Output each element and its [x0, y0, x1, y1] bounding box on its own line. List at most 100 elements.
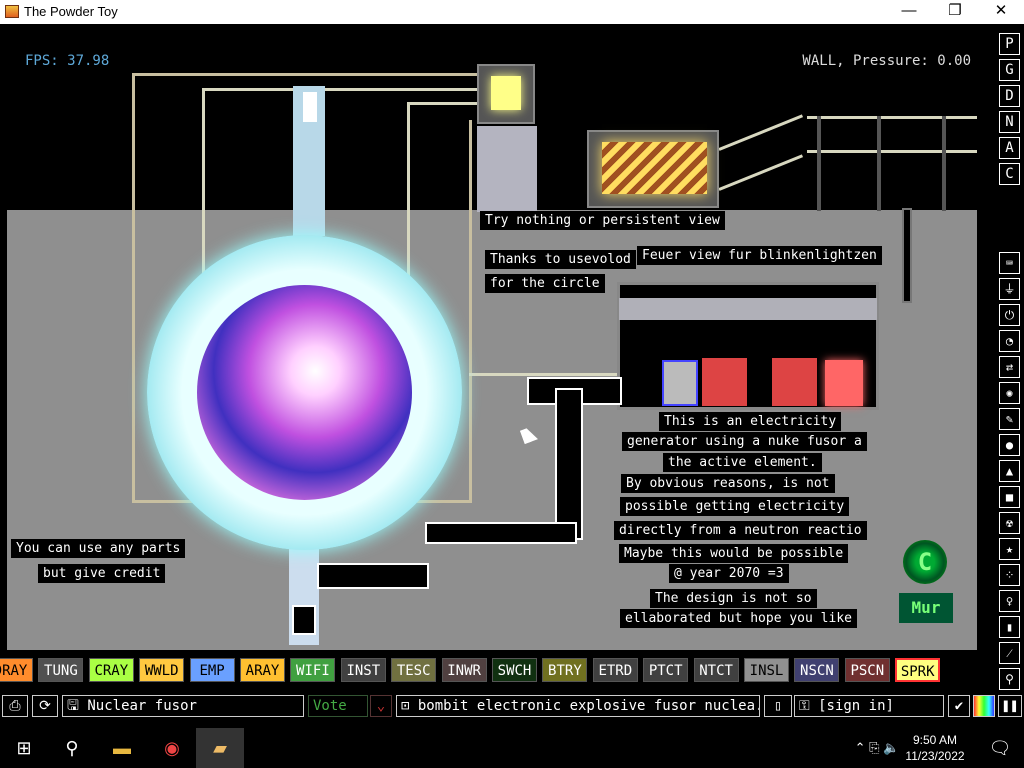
- vote-up-button[interactable]: Vote: [308, 695, 368, 717]
- bulb-icon[interactable]: ♀: [999, 590, 1020, 612]
- sign-label[interactable]: Thanks to usevolod: [485, 250, 636, 269]
- element-ntct[interactable]: NTCT: [693, 658, 739, 682]
- sign-label[interactable]: possible getting electricity: [620, 497, 850, 516]
- minimize-button[interactable]: —: [886, 0, 932, 24]
- bottom-bar: ⎙ ⟳ 🖫 Nuclear fusor Vote ⌄ ⊡ bombit elec…: [0, 695, 1024, 719]
- arrows-icon[interactable]: ⇄: [999, 356, 1020, 378]
- powder-toy-taskbar-icon[interactable]: ▰: [196, 728, 244, 768]
- red-machine: [772, 358, 817, 406]
- windows-start-icon[interactable]: ⊞: [0, 728, 48, 768]
- element-tung[interactable]: TUNG: [38, 658, 84, 682]
- keyboard-icon[interactable]: ⌨: [999, 252, 1020, 274]
- wire: [469, 373, 619, 376]
- restore-button[interactable]: ❐: [932, 0, 978, 24]
- element-etrd[interactable]: ETRD: [592, 658, 638, 682]
- power-icon[interactable]: ⏻: [999, 304, 1020, 326]
- c-logo: C: [903, 540, 947, 584]
- star-icon[interactable]: ★: [999, 538, 1020, 560]
- render-p-button[interactable]: P: [999, 33, 1020, 55]
- fps-counter: FPS: 37.98: [25, 53, 110, 69]
- key-icon: ⚿: [799, 698, 819, 714]
- element-cray[interactable]: CRAY: [88, 658, 134, 682]
- sign-label[interactable]: Maybe this would be possible: [619, 544, 849, 563]
- settings-icon[interactable]: ✔: [948, 695, 970, 717]
- sign-label[interactable]: By obvious reasons, is not: [621, 474, 835, 493]
- chrome-icon[interactable]: ◉: [148, 728, 196, 768]
- element-wwld[interactable]: WWLD: [139, 658, 185, 682]
- reload-icon[interactable]: ⟳: [32, 695, 58, 717]
- simulation-canvas[interactable]: FPS: 37.98 WALL, Pressure: 0.00 Try noth…: [7, 30, 977, 650]
- sign-label[interactable]: but give credit: [38, 564, 166, 583]
- element-aray[interactable]: ARAY: [240, 658, 285, 682]
- render-c-button[interactable]: C: [999, 163, 1020, 185]
- gauge-icon[interactable]: ◔: [999, 330, 1020, 352]
- element-insl[interactable]: INSL: [744, 658, 789, 682]
- flame-icon[interactable]: ▲: [999, 460, 1020, 482]
- sign-label[interactable]: The design is not so: [650, 589, 817, 608]
- element-wifi[interactable]: WIFI: [290, 658, 336, 682]
- drop-icon[interactable]: ●: [999, 434, 1020, 456]
- element-sprk[interactable]: SPRK: [895, 658, 941, 682]
- render-g-button[interactable]: G: [999, 59, 1020, 81]
- spray-icon[interactable]: ✺: [999, 382, 1020, 404]
- wire: [417, 500, 472, 503]
- element-dray[interactable]: DRAY: [0, 658, 33, 682]
- pole: [877, 116, 881, 211]
- wire: [132, 73, 135, 503]
- element-swch[interactable]: SWCH: [492, 658, 537, 682]
- render-a-button[interactable]: A: [999, 137, 1020, 159]
- sign-label[interactable]: for the circle: [485, 274, 605, 293]
- dots-icon[interactable]: ⁘: [999, 564, 1020, 586]
- pressure-readout: WALL, Pressure: 0.00: [802, 53, 971, 69]
- square-icon[interactable]: ■: [999, 486, 1020, 508]
- file-explorer-icon[interactable]: ▬: [98, 728, 146, 768]
- sign-label[interactable]: Feuer view fur blinkenlightzen: [637, 246, 882, 265]
- sign-in-button[interactable]: ⚿ [sign in]: [794, 695, 944, 717]
- pole: [942, 116, 946, 211]
- sign-label[interactable]: directly from a neutron reactio: [614, 521, 867, 540]
- notification-icon[interactable]: 🗨: [976, 728, 1024, 768]
- sign-label[interactable]: the active element.: [663, 453, 822, 472]
- close-button[interactable]: ✕: [978, 0, 1024, 24]
- sign-label[interactable]: Try nothing or persistent view: [480, 211, 725, 230]
- element-btry[interactable]: BTRY: [542, 658, 588, 682]
- open-icon[interactable]: ⎙: [2, 695, 28, 717]
- sign-in-label: [sign in]: [818, 698, 894, 714]
- category-toolbar: ⌨ ⏚ ⏻ ◔ ⇄ ✺ ✎ ● ▲ ■ ☢ ★ ⁘ ♀ ▮ ⁄ ⚲: [999, 252, 1021, 694]
- element-nscn[interactable]: NSCN: [794, 658, 840, 682]
- converter-light: [491, 76, 521, 110]
- sign-label[interactable]: ellaborated but hope you like: [620, 609, 857, 628]
- windows-taskbar: ⊞ ⚲ ▬ ◉ ▰ ⌃ ⎘ 🔈 9:50 AM 11/23/2022 🗨: [0, 728, 1024, 768]
- title-bar: The Powder Toy — ❐ ✕: [0, 0, 1024, 24]
- element-emp[interactable]: EMP: [189, 658, 235, 682]
- search-taskbar-icon[interactable]: ⚲: [48, 728, 96, 768]
- fusion-core: [197, 285, 412, 500]
- pause-icon[interactable]: ❚❚: [998, 695, 1022, 717]
- conveyor: [555, 388, 583, 540]
- save-name-field[interactable]: 🖫 Nuclear fusor: [62, 695, 304, 717]
- element-inwr[interactable]: INWR: [441, 658, 487, 682]
- color-picker-icon[interactable]: [973, 695, 995, 717]
- plug-icon[interactable]: ⏚: [999, 278, 1020, 300]
- element-tesc[interactable]: TESC: [391, 658, 437, 682]
- sign-label[interactable]: You can use any parts: [11, 539, 186, 558]
- clock[interactable]: 9:50 AM 11/23/2022: [900, 732, 970, 764]
- tags-field[interactable]: ⊡ bombit electronic explosive fusor nucl…: [396, 695, 760, 717]
- element-inst[interactable]: INST: [340, 658, 386, 682]
- sign-label[interactable]: @ year 2070 =3: [669, 564, 789, 583]
- element-bar: DRAYTUNGCRAYWWLDEMPARAYWIFIINSTTESCINWRS…: [0, 658, 1024, 684]
- conveyor: [317, 563, 429, 589]
- render-n-button[interactable]: N: [999, 111, 1020, 133]
- render-d-button[interactable]: D: [999, 85, 1020, 107]
- vote-down-button[interactable]: ⌄: [370, 695, 392, 717]
- pillar-light: [303, 92, 317, 122]
- bookmark-icon[interactable]: ▮: [999, 616, 1020, 638]
- sign-label[interactable]: generator using a nuke fusor a: [622, 432, 867, 451]
- new-document-icon[interactable]: ▯: [764, 695, 792, 717]
- pole: [817, 116, 821, 211]
- element-pscn[interactable]: PSCN: [844, 658, 890, 682]
- radiation-icon[interactable]: ☢: [999, 512, 1020, 534]
- pen-icon[interactable]: ✎: [999, 408, 1020, 430]
- sign-label[interactable]: This is an electricity: [659, 412, 842, 431]
- element-ptct[interactable]: PTCT: [643, 658, 689, 682]
